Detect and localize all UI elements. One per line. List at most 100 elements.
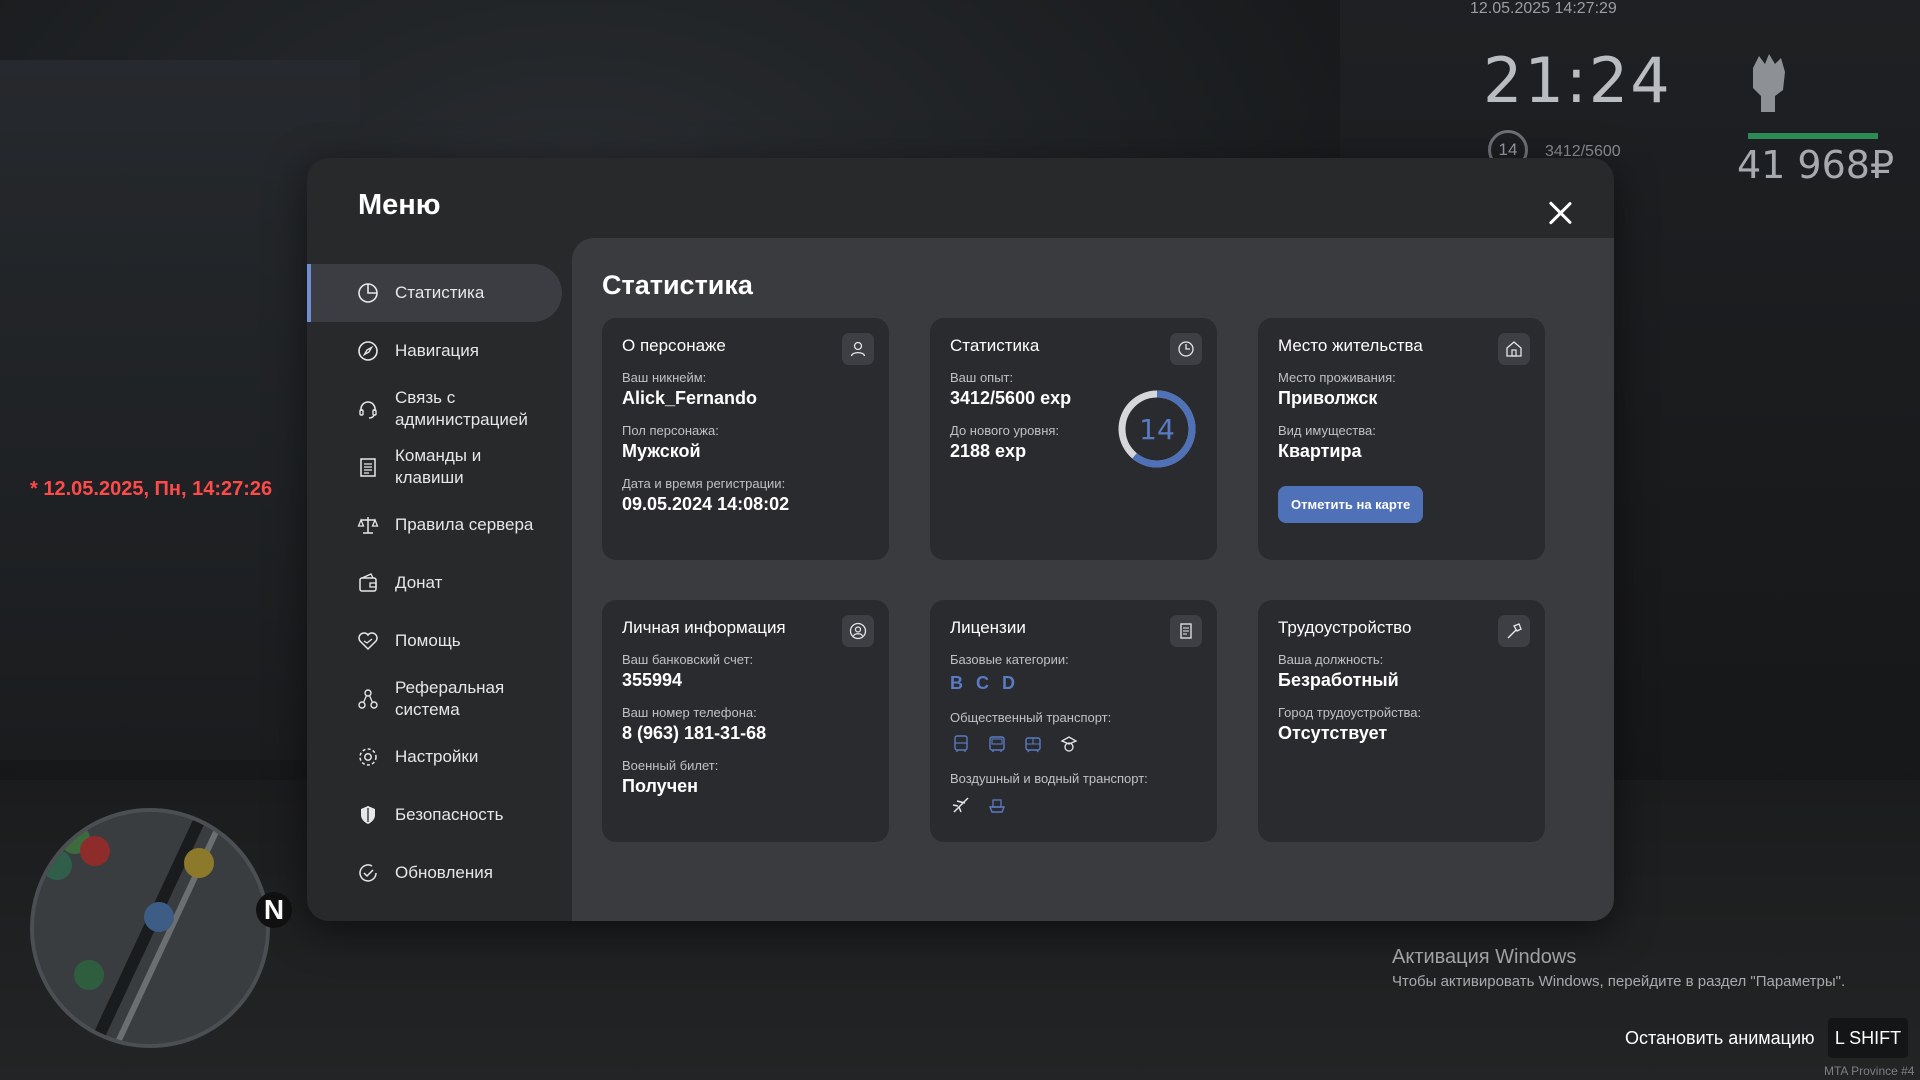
map-blip-police: [144, 902, 174, 932]
card-title: Лицензии: [950, 618, 1026, 637]
close-icon[interactable]: [1540, 193, 1580, 233]
card-licenses: Лицензии Базовые категории: B C D Общест…: [930, 600, 1217, 842]
field-label: Город трудоустройства:: [1278, 705, 1422, 720]
field-label: Общественный транспорт:: [950, 710, 1112, 725]
field-label: Пол персонажа:: [622, 423, 719, 438]
field-label: Воздушный и водный транспорт:: [950, 771, 1148, 786]
handshake-heart-icon: [356, 629, 380, 653]
map-blip-hospital: [80, 836, 110, 866]
sidebar-item-referral[interactable]: Реферальная система: [307, 670, 565, 728]
card-title: Личная информация: [622, 618, 786, 637]
air-water-transport-icons: [950, 794, 1197, 816]
card-title: О персонаже: [622, 336, 726, 355]
stop-animation-key[interactable]: L SHIFT: [1828, 1018, 1908, 1058]
sidebar-item-statistics[interactable]: Статистика: [307, 264, 562, 322]
sidebar-item-donate[interactable]: Донат: [307, 554, 565, 612]
update-check-icon: [356, 861, 380, 885]
hud-date-time: 12.05.2025 14:27:29: [1470, 0, 1617, 17]
field-label: Ваш опыт:: [950, 370, 1014, 385]
sidebar-item-label: Настройки: [395, 747, 479, 766]
server-tag: MTA Province #4: [1824, 1064, 1915, 1078]
gear-icon: [356, 745, 380, 769]
gender-value: Мужской: [622, 441, 701, 461]
scales-icon: [356, 513, 380, 537]
hud-money: 41 968₽: [1737, 143, 1895, 187]
bus-icon: [950, 733, 972, 755]
stop-animation-label: Остановить анимацию: [1625, 1028, 1815, 1048]
minimap-north-marker: N: [256, 892, 292, 928]
card-personal-info: Личная информация Ваш банковский счет: 3…: [602, 600, 889, 842]
map-blip-taxi: [184, 848, 214, 878]
sidebar-item-server-rules[interactable]: Правила сервера: [307, 496, 565, 554]
user-icon: [842, 333, 874, 365]
sidebar-item-label: Безопасность: [395, 805, 504, 824]
house-icon: [1498, 333, 1530, 365]
sidebar-item-label: Команды и клавиши: [395, 446, 482, 487]
hud-clock: 21:24: [1483, 44, 1672, 117]
card-title: Место жительства: [1278, 336, 1423, 355]
compass-icon: [356, 339, 380, 363]
sidebar-item-label: Навигация: [395, 341, 479, 360]
sidebar: Статистика Навигация Связь с администрац…: [307, 264, 565, 902]
windows-activation-title: Активация Windows: [1392, 946, 1577, 968]
sidebar-item-label: Донат: [395, 573, 443, 592]
mark-on-map-button[interactable]: Отметить на карте: [1278, 486, 1424, 523]
field-label: Ваш никнейм:: [622, 370, 707, 385]
sidebar-item-label: Помощь: [395, 631, 461, 650]
wallet-icon: [356, 571, 380, 595]
trolleybus-icon: [986, 733, 1008, 755]
card-statistics: Статистика Ваш опыт: 3412/5600 exp До но…: [930, 318, 1217, 560]
page-title: Статистика: [602, 270, 753, 300]
referral-network-icon: [356, 687, 380, 711]
clock-pie-icon: [1170, 333, 1202, 365]
shield-icon: [356, 803, 380, 827]
id-user-icon: [842, 615, 874, 647]
boat-icon: [986, 794, 1008, 816]
field-label: Место проживания:: [1278, 370, 1396, 385]
registration-date-value: 09.05.2024 14:08:02: [622, 494, 790, 514]
job-city-value: Отсутствует: [1278, 723, 1388, 743]
map-blip-bank: [74, 960, 104, 990]
minimap: [30, 808, 270, 1048]
sidebar-item-security[interactable]: Безопасность: [307, 786, 565, 844]
hammer-icon: [1498, 615, 1530, 647]
sidebar-item-help[interactable]: Помощь: [307, 612, 565, 670]
background-building-left: [0, 60, 360, 760]
sidebar-item-admin-contact[interactable]: Связь с администрацией: [307, 380, 565, 438]
property-type-value: Квартира: [1278, 441, 1362, 461]
airplane-icon: [950, 794, 972, 816]
field-label: Военный билет:: [622, 758, 719, 773]
windows-activation-notice: Активация Windows Чтобы активировать Win…: [1392, 946, 1845, 990]
sidebar-item-navigation[interactable]: Навигация: [307, 322, 565, 380]
license-card-icon: [1170, 615, 1202, 647]
phone-number-value: 8 (963) 181-31-68: [622, 723, 767, 743]
field-label: Базовые категории:: [950, 652, 1069, 667]
field-label: Дата и время регистрации:: [622, 476, 786, 491]
card-character: О персонаже Ваш никнейм: Alick_Fernando …: [602, 318, 889, 560]
level-value: 14: [1139, 412, 1175, 446]
nickname-value: Alick_Fernando: [622, 388, 758, 408]
taxi-driver-icon: [1058, 733, 1080, 755]
document-list-icon: [356, 455, 380, 479]
license-category: B: [950, 673, 963, 693]
menu-title: Меню: [358, 189, 441, 221]
field-label: Ваш номер телефона:: [622, 705, 757, 720]
sidebar-item-settings[interactable]: Настройки: [307, 728, 565, 786]
field-label: Вид имущества:: [1278, 423, 1376, 438]
sidebar-item-commands[interactable]: Команды и клавиши: [307, 438, 565, 496]
license-categories: B C D: [950, 673, 1197, 694]
license-category: C: [976, 673, 989, 693]
card-title: Трудоустройство: [1278, 618, 1412, 637]
license-category: D: [1002, 673, 1015, 693]
public-transport-icons: [950, 733, 1197, 755]
card-employment: Трудоустройство Ваша должность: Безработ…: [1258, 600, 1545, 842]
sidebar-item-label: Обновления: [395, 863, 493, 882]
military-id-value: Получен: [622, 776, 699, 796]
field-label: Ваша должность:: [1278, 652, 1384, 667]
map-blip-car: [42, 850, 72, 880]
sidebar-item-updates[interactable]: Обновления: [307, 844, 565, 902]
hud-health-bar: [1748, 133, 1878, 139]
pie-chart-icon: [356, 281, 380, 305]
card-residence: Место жительства Место проживания: Приво…: [1258, 318, 1545, 560]
headset-icon: [356, 397, 380, 421]
